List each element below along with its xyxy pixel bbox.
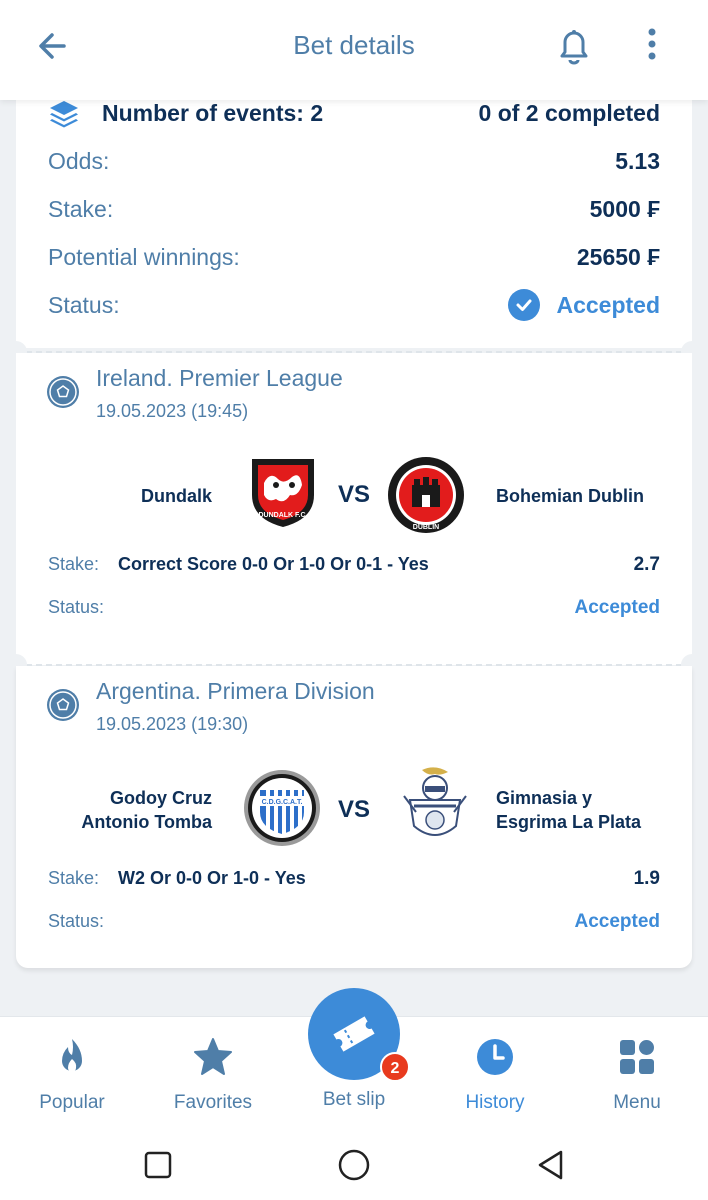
stake-row: Stake: 5000 ₣ bbox=[48, 192, 660, 226]
page-title: Bet details bbox=[293, 30, 415, 60]
completed-count: 0 of 2 completed bbox=[478, 99, 660, 126]
nav-menu[interactable]: Menu bbox=[577, 1037, 697, 1114]
grid-menu-icon bbox=[620, 1040, 654, 1074]
more-vert-icon[interactable] bbox=[642, 26, 662, 66]
clock-icon bbox=[477, 1039, 513, 1075]
event-stake-label: Stake: bbox=[48, 868, 100, 888]
bet-slip-count-badge: 2 bbox=[380, 1052, 410, 1082]
bohemian-crest-icon: DUBLIN bbox=[388, 457, 464, 533]
odds-value: 5.13 bbox=[615, 147, 660, 174]
home-logo-text: DUNDALK F.C. bbox=[259, 512, 308, 519]
system-navigation-bar bbox=[0, 1134, 708, 1200]
events-count: Number of events: 2 bbox=[102, 99, 324, 126]
league-name: Ireland. Premier League bbox=[96, 365, 343, 391]
away-team-line1: Gimnasia y bbox=[496, 788, 593, 808]
status-row: Status: Accepted bbox=[48, 288, 660, 322]
match-date: 19.05.2023 (19:30) bbox=[96, 714, 249, 734]
event-status-value: Accepted bbox=[574, 597, 660, 618]
event-card: Argentina. Primera Division 19.05.2023 (… bbox=[16, 666, 692, 968]
home-logo-text: C.D.G.C.A.T. bbox=[262, 799, 303, 806]
event-status-value: Accepted bbox=[574, 911, 660, 932]
vs-label: VS bbox=[338, 796, 371, 823]
nav-popular[interactable]: Popular bbox=[12, 1037, 132, 1114]
godoy-cruz-crest-icon: C.D.G.C.A.T. bbox=[244, 770, 320, 846]
nav-history-label: History bbox=[465, 1092, 525, 1113]
away-team: Gimnasia y Esgrima La Plata bbox=[496, 786, 686, 834]
home-team-line1: Godoy Cruz bbox=[110, 788, 212, 808]
home-team: Dundalk bbox=[140, 486, 212, 506]
stake-label: Stake: bbox=[48, 195, 114, 222]
star-icon bbox=[194, 1038, 232, 1075]
event-card: Ireland. Premier League 19.05.2023 (19:4… bbox=[16, 353, 692, 665]
nav-betslip[interactable]: Bet slip bbox=[294, 1089, 414, 1111]
football-icon bbox=[47, 376, 79, 408]
events-row: Number of events: 2 0 of 2 completed bbox=[48, 96, 660, 130]
vs-label: VS bbox=[338, 481, 371, 508]
layers-icon bbox=[50, 101, 78, 128]
status-value: Accepted bbox=[556, 291, 660, 318]
back-triangle-icon[interactable] bbox=[534, 1148, 568, 1182]
bell-icon[interactable] bbox=[554, 24, 594, 68]
nav-popular-label: Popular bbox=[39, 1092, 105, 1113]
football-icon bbox=[47, 689, 79, 721]
ticket-icon bbox=[333, 1016, 375, 1052]
match-date: 19.05.2023 (19:45) bbox=[96, 401, 249, 421]
nav-favorites-label: Favorites bbox=[173, 1092, 253, 1113]
recents-icon[interactable] bbox=[141, 1148, 175, 1182]
event-stake-value: Correct Score 0-0 Or 1-0 Or 0-1 - Yes bbox=[118, 554, 429, 574]
home-circle-icon[interactable] bbox=[337, 1148, 371, 1182]
away-team: Bohemian Dublin bbox=[496, 486, 644, 506]
event-status-label: Status: bbox=[48, 911, 105, 931]
odds-row: Odds: 5.13 bbox=[48, 144, 660, 178]
bet-summary-card: Number of events: 2 0 of 2 completed Odd… bbox=[16, 96, 692, 348]
winnings-value: 25650 ₣ bbox=[576, 243, 660, 270]
away-team-line2: Esgrima La Plata bbox=[496, 812, 642, 832]
away-logo-text: DUBLIN bbox=[413, 524, 439, 531]
nav-favorites[interactable]: Favorites bbox=[153, 1037, 273, 1114]
odds-label: Odds: bbox=[48, 147, 110, 174]
gimnasia-crest-icon bbox=[403, 767, 467, 836]
home-team: Godoy Cruz Antonio Tomba bbox=[56, 786, 212, 834]
top-app-bar: Bet details bbox=[0, 0, 708, 100]
league-name: Argentina. Primera Division bbox=[96, 678, 375, 704]
nav-menu-label: Menu bbox=[613, 1092, 661, 1113]
winnings-row: Potential winnings: 25650 ₣ bbox=[48, 240, 660, 274]
status-label: Status: bbox=[48, 291, 120, 318]
stake-value: 5000 ₣ bbox=[589, 195, 660, 222]
check-circle-icon bbox=[508, 289, 541, 321]
event-status-label: Status: bbox=[48, 597, 105, 617]
flame-icon bbox=[62, 1039, 82, 1072]
event-odd: 1.9 bbox=[633, 868, 660, 889]
winnings-label: Potential winnings: bbox=[48, 243, 240, 270]
home-team-line2: Antonio Tomba bbox=[81, 812, 212, 832]
dundalk-crest-icon: DUNDALK F.C. bbox=[252, 459, 314, 527]
nav-history[interactable]: History bbox=[435, 1037, 555, 1114]
event-odd: 2.7 bbox=[633, 554, 660, 575]
nav-betslip-label: Bet slip bbox=[322, 1089, 386, 1110]
event-stake-value: W2 Or 0-0 Or 1-0 - Yes bbox=[118, 868, 306, 888]
event-stake-label: Stake: bbox=[48, 554, 100, 574]
